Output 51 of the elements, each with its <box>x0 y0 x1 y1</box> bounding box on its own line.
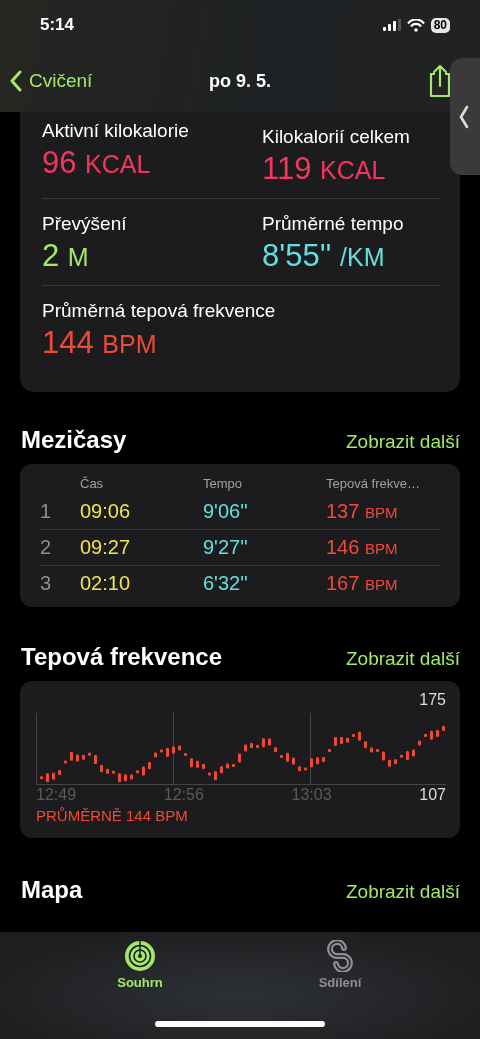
table-cell-text: 9'06'' <box>203 500 249 523</box>
metric-value: 96 KCAL <box>42 145 152 181</box>
table-cell-text: 02:10 <box>80 572 132 595</box>
tab[interactable]: Souhrn <box>80 940 200 990</box>
status-time: 5:14 <box>40 15 75 35</box>
show-more-link[interactable]: Zobrazit další <box>345 881 460 903</box>
metric-value: 119 KCAL <box>262 151 387 187</box>
axis-max-label: 175 <box>419 691 446 710</box>
metric-label: Průměrné tempo <box>262 213 405 235</box>
back-button[interactable]: Cvičení <box>10 70 93 92</box>
row-number: 1 <box>40 500 53 523</box>
chevron-left-icon <box>458 105 470 129</box>
metric-value: 8'55'' /KM <box>262 238 386 274</box>
average-heart-rate: PRŮMĚRNĚ 144 BPM <box>36 807 189 824</box>
column-header: Čas <box>80 475 105 491</box>
metric-label: Kilokalorií celkem <box>262 126 411 148</box>
metric-label: Průměrná tepová frekvence <box>42 300 277 322</box>
screen-title: po 9. 5. <box>209 70 271 91</box>
section-title: Mezičasy <box>21 426 127 454</box>
column-header: Tempo <box>203 475 244 491</box>
side-handle[interactable] <box>450 58 480 175</box>
table-cell-text: 146 BPM <box>326 536 399 559</box>
tab[interactable]: Sdílení <box>280 940 400 990</box>
section-title: Mapa <box>21 876 83 904</box>
table-cell-text: 167 BPM <box>326 572 399 595</box>
table-cell-text: 6'32'' <box>203 572 249 595</box>
metric-value: 2 M <box>42 238 90 274</box>
time-label: 12:49 <box>36 786 78 804</box>
chevron-left-icon <box>10 70 23 92</box>
table-cell-text: 9'27'' <box>203 536 249 559</box>
sharing-icon <box>324 940 356 972</box>
wifi-icon <box>406 18 425 32</box>
metric-label: Aktivní kilokalorie <box>42 120 190 142</box>
time-label: 12:56 <box>163 786 205 804</box>
rings-icon <box>124 940 156 972</box>
row-number: 2 <box>40 536 53 559</box>
share-icon[interactable] <box>428 64 452 98</box>
battery-level: 80 <box>430 17 450 33</box>
axis-min-label: 107 <box>419 786 446 804</box>
table-cell-text: 137 BPM <box>326 500 399 523</box>
section-title: Tepová frekvence <box>21 643 222 671</box>
metric-label: Převýšení <box>42 213 128 235</box>
column-header: Tepová frekve… <box>326 475 421 491</box>
table-cell-text: 09:27 <box>80 536 132 559</box>
row-number: 3 <box>40 572 53 595</box>
signal-icon <box>382 19 401 31</box>
metric-value: 144 BPM <box>42 325 158 361</box>
show-more-link[interactable]: Zobrazit další <box>345 648 460 670</box>
time-label: 13:03 <box>291 786 333 804</box>
table-cell-text: 09:06 <box>80 500 132 523</box>
show-more-link[interactable]: Zobrazit další <box>345 431 460 453</box>
